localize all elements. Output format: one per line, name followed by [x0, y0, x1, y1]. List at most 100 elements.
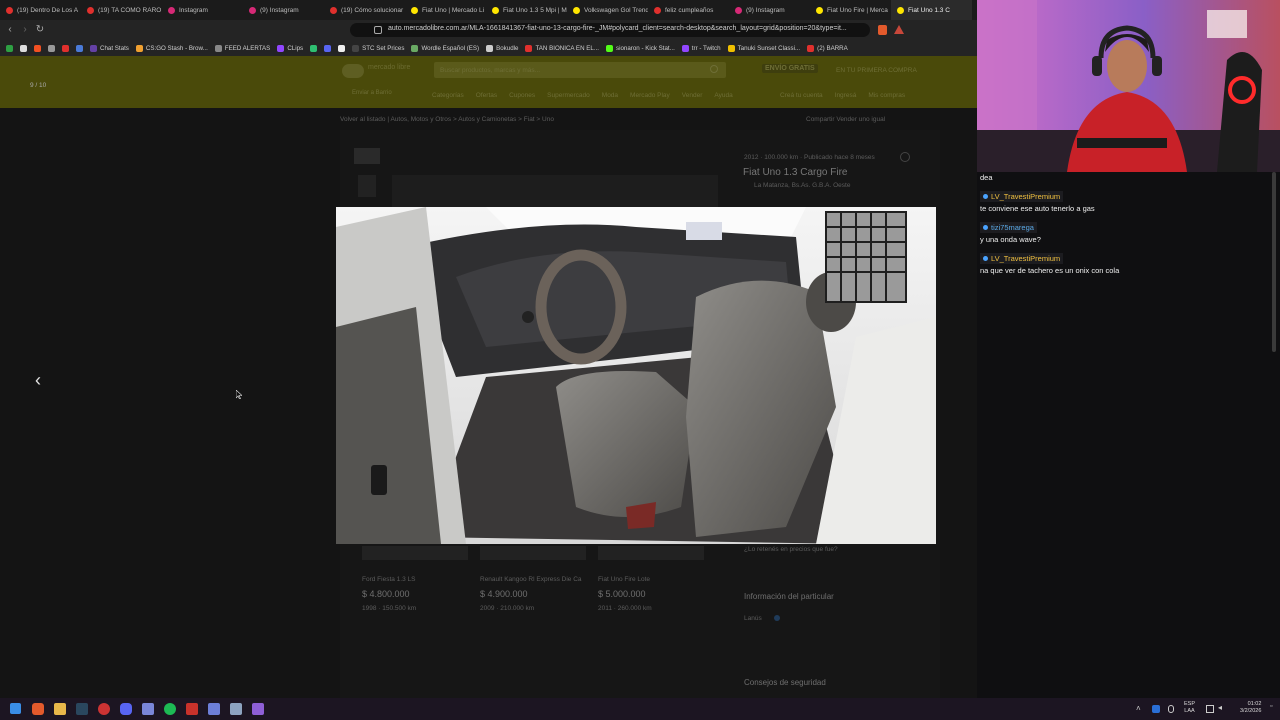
tab-title: Fiat Uno 1.3 C [908, 6, 950, 14]
streaming-app-icon[interactable] [252, 703, 264, 715]
windows-start-icon[interactable] [10, 703, 21, 714]
bookmark-item[interactable]: Chat Stats [90, 44, 129, 52]
header-nav-item[interactable]: Vender [682, 92, 703, 99]
bookmark-item[interactable] [324, 44, 332, 52]
related-thumb[interactable] [480, 546, 586, 560]
related-title: Renault Kangoo Rl Express Die Ca [480, 576, 582, 583]
share-link[interactable]: Compartir Vender uno igual [806, 116, 885, 123]
bookmark-item[interactable] [48, 44, 55, 52]
browser-tab[interactable]: (19) TA COMO RARO [81, 0, 162, 20]
volume-icon[interactable]: ◂ [1218, 703, 1222, 712]
bookmark-item[interactable]: trr - Twitch [681, 44, 721, 52]
bookmark-item[interactable]: TAN BIONICA EN EL... [525, 44, 599, 52]
heart-icon[interactable] [900, 152, 910, 162]
safety-tips[interactable]: Consejos de seguridad [744, 678, 826, 687]
search-icon[interactable] [710, 65, 718, 73]
related-listing-card[interactable]: Ford Fiesta 1.3 LS $ 4.800.000 1998 · 150.… [362, 576, 468, 618]
url-text: auto.mercadolibre.com.ar/MLA-1661841367-… [388, 25, 847, 32]
forward-icon[interactable]: › [19, 24, 31, 36]
browser-tab[interactable]: feliz cumpleaños [648, 0, 729, 20]
bookmark-item[interactable]: STC Set Prices [352, 44, 404, 52]
header-account-item[interactable]: Ingresá [835, 92, 857, 99]
browser-tab[interactable]: Fiat Uno Fire | Merca [810, 0, 891, 20]
breadcrumb[interactable]: Volver al listado | Autos, Motos y Otros… [340, 116, 554, 123]
thumbnail[interactable] [358, 175, 376, 197]
language-indicator[interactable]: ESP LAA [1184, 701, 1195, 715]
related-thumb[interactable] [362, 546, 468, 560]
chat-username[interactable]: LV_TravestiPremium [980, 253, 1064, 264]
back-icon[interactable]: ‹ [4, 24, 16, 36]
bookmark-item[interactable]: Tanuki Sunset Classi... [727, 44, 800, 52]
settings-icon[interactable] [230, 703, 242, 715]
monitor-icon[interactable] [1206, 705, 1214, 713]
tray-app-icon[interactable] [1152, 705, 1160, 713]
bookmark-item[interactable]: CLips [277, 44, 303, 52]
bookmark-icon [135, 44, 143, 52]
header-account-item[interactable]: Mis compras [868, 92, 905, 99]
browser-tab[interactable]: (9) Instagram [243, 0, 324, 20]
header-nav-item[interactable]: Cupones [509, 92, 535, 99]
bookmark-item[interactable]: CS:GO Stash - Brow... [135, 44, 208, 52]
discord-icon[interactable] [120, 703, 132, 715]
related-listing-card[interactable]: Renault Kangoo Rl Express Die Ca $ 4.900.… [480, 576, 586, 618]
header-nav-item[interactable]: Ayuda [714, 92, 732, 99]
bookmark-label: (2) BARRA [817, 44, 848, 52]
bookmark-item[interactable]: Bokudle [486, 44, 518, 52]
site-info-icon[interactable] [374, 26, 382, 34]
recording-icon[interactable] [186, 703, 198, 715]
chat-username[interactable]: tizi75marega [980, 222, 1037, 233]
chat-username[interactable]: LV_TravestiPremium [980, 191, 1064, 202]
browser-tab[interactable]: Fiat Uno 1.3 C [891, 0, 972, 20]
reload-icon[interactable]: ↻ [34, 24, 46, 36]
bookmark-item[interactable] [310, 44, 318, 52]
bookmark-item[interactable] [20, 44, 27, 52]
prev-image-button[interactable]: ‹ [28, 370, 48, 390]
bookmark-item[interactable] [76, 44, 83, 52]
bookmark-item[interactable] [338, 44, 346, 52]
app-icon[interactable] [208, 703, 220, 715]
thumbnail[interactable] [354, 148, 380, 164]
related-thumb[interactable] [598, 546, 704, 560]
chrome-icon[interactable] [98, 703, 110, 715]
header-account-item[interactable]: Creá tu cuenta [780, 92, 823, 99]
browser-tab[interactable]: Fiat Uno 1.3 5 Mpi | M [486, 0, 567, 20]
header-nav-item[interactable]: Supermercado [547, 92, 590, 99]
browser-tab[interactable]: (19) Cómo solucionar [324, 0, 405, 20]
bookmark-item[interactable]: Wordle Español (ES) [411, 44, 479, 52]
bookmark-item[interactable] [62, 44, 69, 52]
rewards-icon[interactable] [894, 25, 904, 34]
bookmark-item[interactable]: FEED ALERTAS [214, 44, 270, 52]
header-nav-item[interactable]: Ofertas [476, 92, 497, 99]
tab-favicon-icon [816, 6, 823, 14]
header-nav-item[interactable]: Mercado Play [630, 92, 670, 99]
header-nav-item[interactable]: Categorías [432, 92, 464, 99]
header-nav-item[interactable]: Moda [602, 92, 618, 99]
system-clock[interactable]: 01:02 3/2/2026 [1240, 701, 1261, 715]
tray-chevron-icon[interactable]: ˄ [1136, 704, 1141, 713]
notifications-icon[interactable]: ▫ [1270, 703, 1272, 710]
browser-tab[interactable]: Volkswagen Gol Trend [567, 0, 648, 20]
bookmark-item[interactable] [34, 44, 41, 52]
brave-shield-icon[interactable] [878, 25, 887, 35]
microphone-icon[interactable] [1168, 705, 1174, 713]
related-details: 2009 · 210.000 km [480, 605, 535, 612]
browser-tab[interactable]: (19) Dentro De Los A [0, 0, 81, 20]
window-icon[interactable] [142, 703, 154, 715]
shipping-promo-suffix: EN TU PRIMERA COMPRA [836, 67, 917, 74]
location-link[interactable]: Enviar a Barrio [352, 90, 392, 96]
related-listing-card[interactable]: Fiat Uno Fire Lote $ 5.000.000 2011 · 260.… [598, 576, 704, 618]
spotify-icon[interactable] [164, 703, 176, 715]
search-placeholder: Buscar productos, marcas y más... [440, 67, 541, 74]
browser-tab[interactable]: Instagram [162, 0, 243, 20]
browser-tab[interactable]: (9) Instagram [729, 0, 810, 20]
main-image-placeholder [392, 175, 718, 207]
browser-tab[interactable]: Fiat Uno | Mercado Li [405, 0, 486, 20]
file-explorer-icon[interactable] [54, 703, 66, 715]
bookmark-item[interactable]: sionaron - Kick Stat... [605, 44, 675, 52]
chat-scrollbar[interactable] [1272, 172, 1276, 352]
tab-favicon-icon [897, 6, 904, 14]
steam-icon[interactable] [76, 703, 88, 715]
bookmark-item[interactable] [6, 44, 13, 52]
brave-browser-icon[interactable] [32, 703, 44, 715]
bookmark-item[interactable]: (2) BARRA [807, 44, 848, 52]
